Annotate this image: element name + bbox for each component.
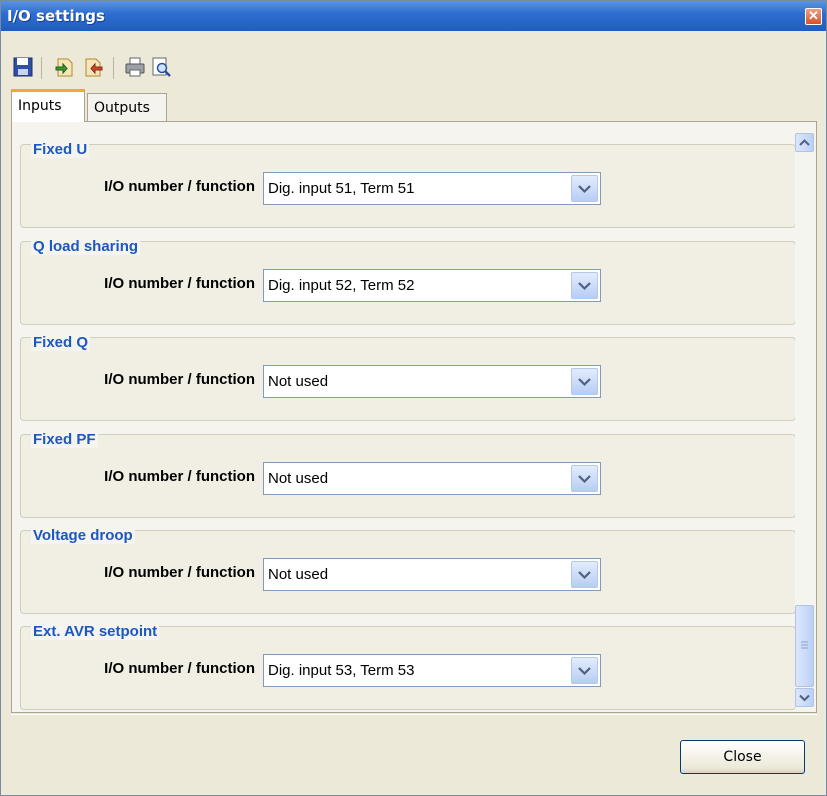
print-preview-icon[interactable] bbox=[149, 55, 173, 79]
io-function-select[interactable]: Not used bbox=[263, 558, 601, 591]
io-function-value: Not used bbox=[268, 566, 329, 583]
group-q-load-sharing: Q load sharing I/O number / function Dig… bbox=[20, 238, 796, 325]
export-icon[interactable] bbox=[81, 55, 105, 79]
group-title: Fixed U bbox=[31, 141, 90, 158]
group-title: Q load sharing bbox=[31, 238, 141, 255]
chevron-down-icon[interactable] bbox=[571, 368, 598, 395]
import-icon[interactable] bbox=[53, 55, 77, 79]
save-icon[interactable] bbox=[11, 55, 35, 79]
io-function-value: Not used bbox=[268, 373, 329, 390]
toolbar bbox=[11, 53, 311, 83]
scroll-down-button[interactable] bbox=[795, 688, 814, 707]
group-title: Ext. AVR setpoint bbox=[31, 623, 160, 640]
chevron-down-icon[interactable] bbox=[571, 657, 598, 684]
group-title: Fixed Q bbox=[31, 334, 91, 351]
tab-strip: Inputs Outputs bbox=[11, 89, 311, 122]
tab-outputs-label: Outputs bbox=[94, 100, 150, 116]
io-function-value: Dig. input 53, Term 53 bbox=[268, 662, 415, 679]
io-function-select[interactable]: Not used bbox=[263, 365, 601, 398]
window-title: I/O settings bbox=[7, 7, 105, 25]
group-title: Fixed PF bbox=[31, 431, 98, 448]
close-icon[interactable]: ✕ bbox=[805, 8, 822, 25]
toolbar-separator bbox=[41, 57, 42, 79]
io-settings-window: I/O settings ✕ Inputs Outputs Fixed U I/… bbox=[0, 0, 827, 796]
chevron-down-icon[interactable] bbox=[571, 465, 598, 492]
tab-inputs[interactable]: Inputs bbox=[11, 89, 85, 122]
scroll-up-button[interactable] bbox=[795, 133, 814, 152]
group-voltage-droop: Voltage droop I/O number / function Not … bbox=[20, 527, 796, 614]
io-function-value: Dig. input 52, Term 52 bbox=[268, 277, 415, 294]
io-function-select[interactable]: Dig. input 52, Term 52 bbox=[263, 269, 601, 302]
tab-inputs-label: Inputs bbox=[18, 98, 62, 114]
footer-divider bbox=[11, 714, 817, 715]
io-function-label: I/O number / function bbox=[104, 178, 255, 195]
chevron-down-icon[interactable] bbox=[571, 561, 598, 588]
toolbar-separator bbox=[113, 57, 114, 79]
io-function-value: Dig. input 51, Term 51 bbox=[268, 180, 415, 197]
io-function-label: I/O number / function bbox=[104, 275, 255, 292]
group-fixed-pf: Fixed PF I/O number / function Not used bbox=[20, 431, 796, 518]
vertical-scrollbar[interactable] bbox=[795, 133, 814, 707]
group-ext-avr-setpoint: Ext. AVR setpoint I/O number / function … bbox=[20, 623, 796, 710]
group-fixed-q: Fixed Q I/O number / function Not used bbox=[20, 334, 796, 421]
chevron-down-icon[interactable] bbox=[571, 272, 598, 299]
chevron-down-icon[interactable] bbox=[571, 175, 598, 202]
io-function-label: I/O number / function bbox=[104, 660, 255, 677]
inputs-panel: Fixed U I/O number / function Dig. input… bbox=[11, 121, 817, 713]
io-function-label: I/O number / function bbox=[104, 468, 255, 485]
io-function-value: Not used bbox=[268, 470, 329, 487]
group-title: Voltage droop bbox=[31, 527, 135, 544]
io-function-label: I/O number / function bbox=[104, 371, 255, 388]
title-bar[interactable]: I/O settings ✕ bbox=[1, 1, 826, 31]
tab-outputs[interactable]: Outputs bbox=[87, 93, 167, 121]
scroll-thumb[interactable] bbox=[795, 605, 814, 687]
close-button[interactable]: Close bbox=[680, 740, 805, 774]
io-function-select[interactable]: Dig. input 51, Term 51 bbox=[263, 172, 601, 205]
group-fixed-u: Fixed U I/O number / function Dig. input… bbox=[20, 141, 796, 228]
io-function-select[interactable]: Not used bbox=[263, 462, 601, 495]
io-function-label: I/O number / function bbox=[104, 564, 255, 581]
print-icon[interactable] bbox=[123, 55, 147, 79]
io-function-select[interactable]: Dig. input 53, Term 53 bbox=[263, 654, 601, 687]
